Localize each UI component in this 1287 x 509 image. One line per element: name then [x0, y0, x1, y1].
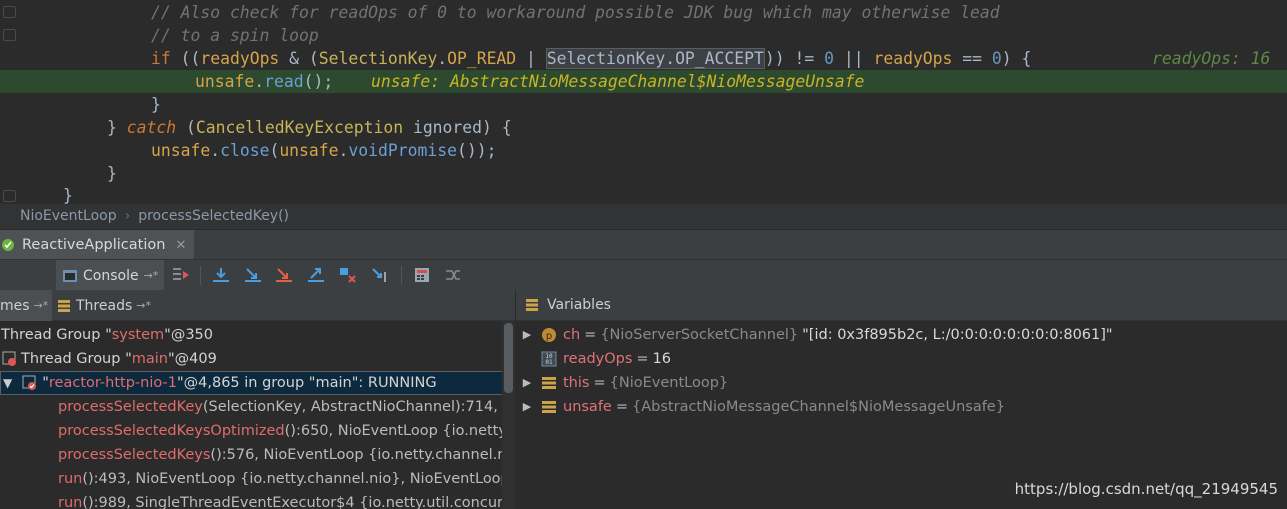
thread-suspended-icon: [22, 375, 38, 391]
code-line: }: [0, 93, 1287, 116]
stack-frame-row[interactable]: processSelectedKeys():576, NioEventLoop …: [0, 443, 515, 467]
force-step-into-icon[interactable]: [273, 264, 295, 286]
code-text: }: [107, 164, 117, 183]
code-line: }: [0, 162, 1287, 185]
code-comment: // to a spin loop: [151, 26, 319, 45]
stack-frame-row[interactable]: run():989, SingleThreadEventExecutor$4 {…: [0, 491, 515, 509]
code-line: } catch (CancelledKeyException ignored) …: [0, 116, 1287, 139]
threads-tab-label: Threads: [76, 297, 133, 314]
variables-pane: Variables ▶ p ch = {NioServerSocketChann…: [516, 290, 1287, 509]
step-into-icon[interactable]: [242, 264, 264, 286]
code-text: unsafe.read();: [195, 72, 334, 91]
frames-scrollbar[interactable]: [502, 321, 515, 509]
thread-group-row[interactable]: Thread Group "system"@350: [0, 323, 515, 347]
code-text: }: [63, 186, 73, 204]
pin-icon[interactable]: →*: [136, 299, 151, 312]
console-label: Console: [83, 267, 139, 284]
selected-text: SelectionKey.OP_ACCEPT: [545, 48, 765, 69]
code-line: // Also check for readOps of 0 to workar…: [0, 1, 1287, 24]
tab-threads[interactable]: Threads →*: [52, 290, 155, 321]
inline-debug-value: unsafe: AbstractNioMessageChannel$NioMes…: [371, 72, 865, 91]
frames-pane: mes →* Threads →* Thread Group "system"@…: [0, 290, 515, 509]
variable-row-this[interactable]: ▶ this = {NioEventLoop}: [516, 371, 1287, 395]
breadcrumb-separator: ›: [124, 208, 131, 224]
code-line: unsafe.close(unsafe.voidPromise());: [0, 139, 1287, 162]
code-text: }: [151, 95, 161, 114]
toolbar-separator: [200, 266, 201, 285]
debugger-toolbar: Console →*: [0, 259, 1287, 291]
code-text: } catch (CancelledKeyException ignored) …: [107, 118, 512, 137]
code-line: // to a spin loop: [0, 24, 1287, 47]
expand-arrow-icon[interactable]: ▶: [516, 323, 538, 347]
console-icon: [62, 268, 78, 284]
watermark-url: https://blog.csdn.net/qq_21949545: [1014, 480, 1278, 498]
code-editor[interactable]: // Also check for readOps of 0 to workar…: [0, 0, 1287, 204]
drop-frame-icon[interactable]: [337, 264, 359, 286]
step-out-icon[interactable]: [305, 264, 327, 286]
close-icon[interactable]: ✕: [175, 238, 186, 253]
field-object-icon: [541, 399, 557, 415]
pin-icon[interactable]: →*: [144, 269, 159, 282]
stack-frame-row[interactable]: processSelectedKeysOptimized():650, NioE…: [0, 419, 515, 443]
code-text: unsafe.close(unsafe.voidPromise());: [151, 141, 497, 160]
expanded-arrow-icon[interactable]: ▼: [3, 372, 12, 394]
code-line-condition: if ((readyOps & (SelectionKey.OP_READ | …: [0, 47, 1287, 70]
spring-app-icon: [0, 237, 16, 253]
parameter-icon: p: [541, 327, 557, 343]
show-execution-point-icon[interactable]: [170, 264, 192, 286]
code-comment: // Also check for readOps of 0 to workar…: [151, 3, 1000, 22]
variable-row-ch[interactable]: ▶ p ch = {NioServerSocketChannel} "[id: …: [516, 323, 1287, 347]
variable-row-unsafe[interactable]: ▶ unsafe = {AbstractNioMessageChannel$Ni…: [516, 395, 1287, 419]
toolbar-separator: [401, 266, 402, 285]
stack-frame-row[interactable]: processSelectedKey(SelectionKey, Abstrac…: [0, 395, 515, 419]
tab-console[interactable]: Console →*: [56, 260, 165, 291]
frames-header: mes →* Threads →*: [0, 290, 515, 321]
breadcrumb-class[interactable]: NioEventLoop: [20, 208, 117, 224]
stack-frame-row[interactable]: run():493, NioEventLoop {io.netty.channe…: [0, 467, 515, 491]
pin-icon[interactable]: →*: [34, 299, 49, 312]
frames-tab-label: mes: [0, 297, 30, 314]
field-object-icon: [541, 375, 557, 391]
svg-text:p: p: [546, 331, 552, 342]
debug-tab-bar: ReactiveApplication ✕: [0, 229, 1287, 260]
expand-arrow-icon[interactable]: ▶: [516, 371, 538, 395]
svg-text:01: 01: [545, 359, 553, 366]
code-line: }: [0, 184, 1287, 204]
code-line-execution-point: unsafe.read(); unsafe: AbstractNioMessag…: [0, 70, 1287, 93]
variables-icon: [524, 297, 540, 313]
step-over-icon[interactable]: [210, 264, 232, 286]
evaluate-expression-icon[interactable]: [411, 264, 433, 286]
variables-title: Variables: [547, 297, 611, 313]
scrollbar-thumb[interactable]: [504, 323, 513, 393]
thread-group-row[interactable]: Thread Group "main"@409: [0, 347, 515, 371]
tab-reactive-application[interactable]: ReactiveApplication ✕: [0, 230, 195, 260]
trace-stream-icon[interactable]: [442, 264, 464, 286]
expand-arrow-icon[interactable]: ▶: [516, 395, 538, 419]
variables-header: Variables: [516, 290, 1287, 321]
threads-icon: [56, 298, 72, 314]
inline-debug-value: readyOps: 16: [1152, 49, 1271, 68]
run-to-cursor-icon[interactable]: [369, 264, 391, 286]
breadcrumb: NioEventLoop › processSelectedKey(): [0, 204, 1287, 229]
tab-frames[interactable]: mes →*: [0, 290, 53, 321]
thread-group-icon: [2, 351, 18, 367]
thread-row-selected[interactable]: ▼ "reactor-http-nio-1"@4,865 in group "m…: [0, 371, 515, 395]
primitive-icon: 10 01: [541, 351, 557, 367]
breadcrumb-method[interactable]: processSelectedKey(): [138, 208, 289, 224]
run-tab-label: ReactiveApplication: [22, 237, 166, 253]
variable-row-readyops[interactable]: 10 01 readyOps = 16: [516, 347, 1287, 371]
code-text: if ((readyOps & (SelectionKey.OP_READ | …: [151, 48, 1032, 69]
